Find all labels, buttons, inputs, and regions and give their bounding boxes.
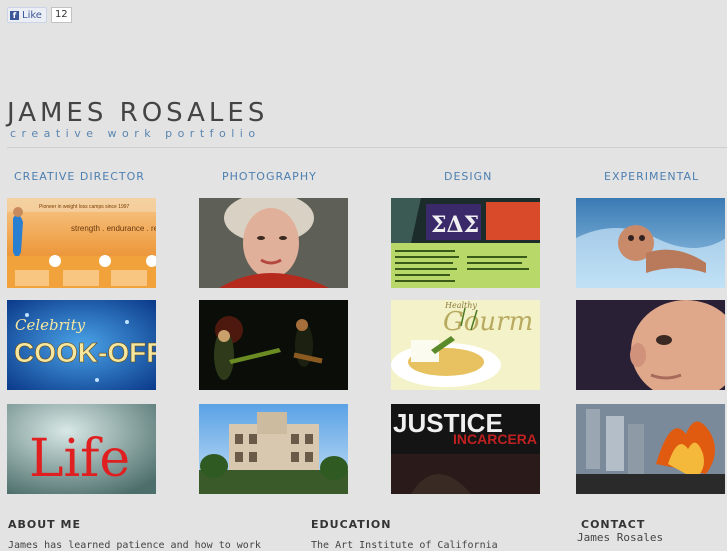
facebook-icon: f <box>10 10 19 20</box>
brand-header: JAMES ROSALES creative work portfolio <box>7 98 268 140</box>
thumb-greek-apparel[interactable]: ΣΔΣ <box>391 198 540 288</box>
thumb-strength-endurance[interactable]: Pioneer in weight loss camps since 1997 … <box>7 198 156 288</box>
thumb-concert[interactable] <box>199 300 348 390</box>
category-design[interactable]: DESIGN <box>444 170 492 183</box>
about-me-heading: ABOUT ME <box>8 518 81 531</box>
category-experimental[interactable]: EXPERIMENTAL <box>604 170 699 183</box>
thumb-gourmet-text: Gourm <box>443 307 533 337</box>
thumb-justice-line2: INCARCERA <box>453 431 537 447</box>
thumb-healthy-gourmet[interactable]: Gourm Healthy <box>391 300 540 390</box>
thumb-celebrity-line1: Celebrity <box>15 316 86 334</box>
thumb-gourmet-small: Healthy <box>444 301 477 310</box>
facebook-like-count: 12 <box>50 7 72 23</box>
thumb-building[interactable] <box>199 404 348 494</box>
thumb-city-fire[interactable] <box>576 404 725 494</box>
category-photography[interactable]: PHOTOGRAPHY <box>222 170 317 183</box>
thumb-life[interactable]: Life <box>7 404 156 494</box>
thumb-justice-incarcerated[interactable]: JUSTICE INCARCERA <box>391 404 540 494</box>
thumb-celebrity-line2: COOK-OFF <box>14 337 156 368</box>
site-tagline: creative work portfolio <box>10 127 261 140</box>
education-text: The Art Institute of California <box>311 540 498 551</box>
header-divider <box>7 147 727 148</box>
site-title[interactable]: JAMES ROSALES <box>7 98 268 128</box>
facebook-like-widget: f Like 12 <box>7 7 72 23</box>
thumb-strength-text: strength . endurance . re <box>71 224 156 233</box>
thumb-celebrity-cookoff[interactable]: Celebrity COOK-OFF <box>7 300 156 390</box>
category-creative-director[interactable]: CREATIVE DIRECTOR <box>14 170 145 183</box>
thumb-life-text: Life <box>29 429 130 489</box>
about-me-text: James has learned patience and how to wo… <box>8 540 261 551</box>
thumb-strength-header: Pioneer in weight loss camps since 1997 <box>39 204 130 210</box>
contact-heading: CONTACT <box>581 518 646 531</box>
thumb-swimmer[interactable] <box>576 198 725 288</box>
thumb-greek-letters: ΣΔΣ <box>431 212 479 238</box>
contact-name: James Rosales <box>577 531 664 544</box>
thumb-portrait-woman[interactable] <box>199 198 348 288</box>
facebook-like-label: Like <box>22 9 42 21</box>
thumb-child-face[interactable] <box>576 300 725 390</box>
facebook-like-button[interactable]: f Like <box>7 7 47 23</box>
education-heading: EDUCATION <box>311 518 392 531</box>
